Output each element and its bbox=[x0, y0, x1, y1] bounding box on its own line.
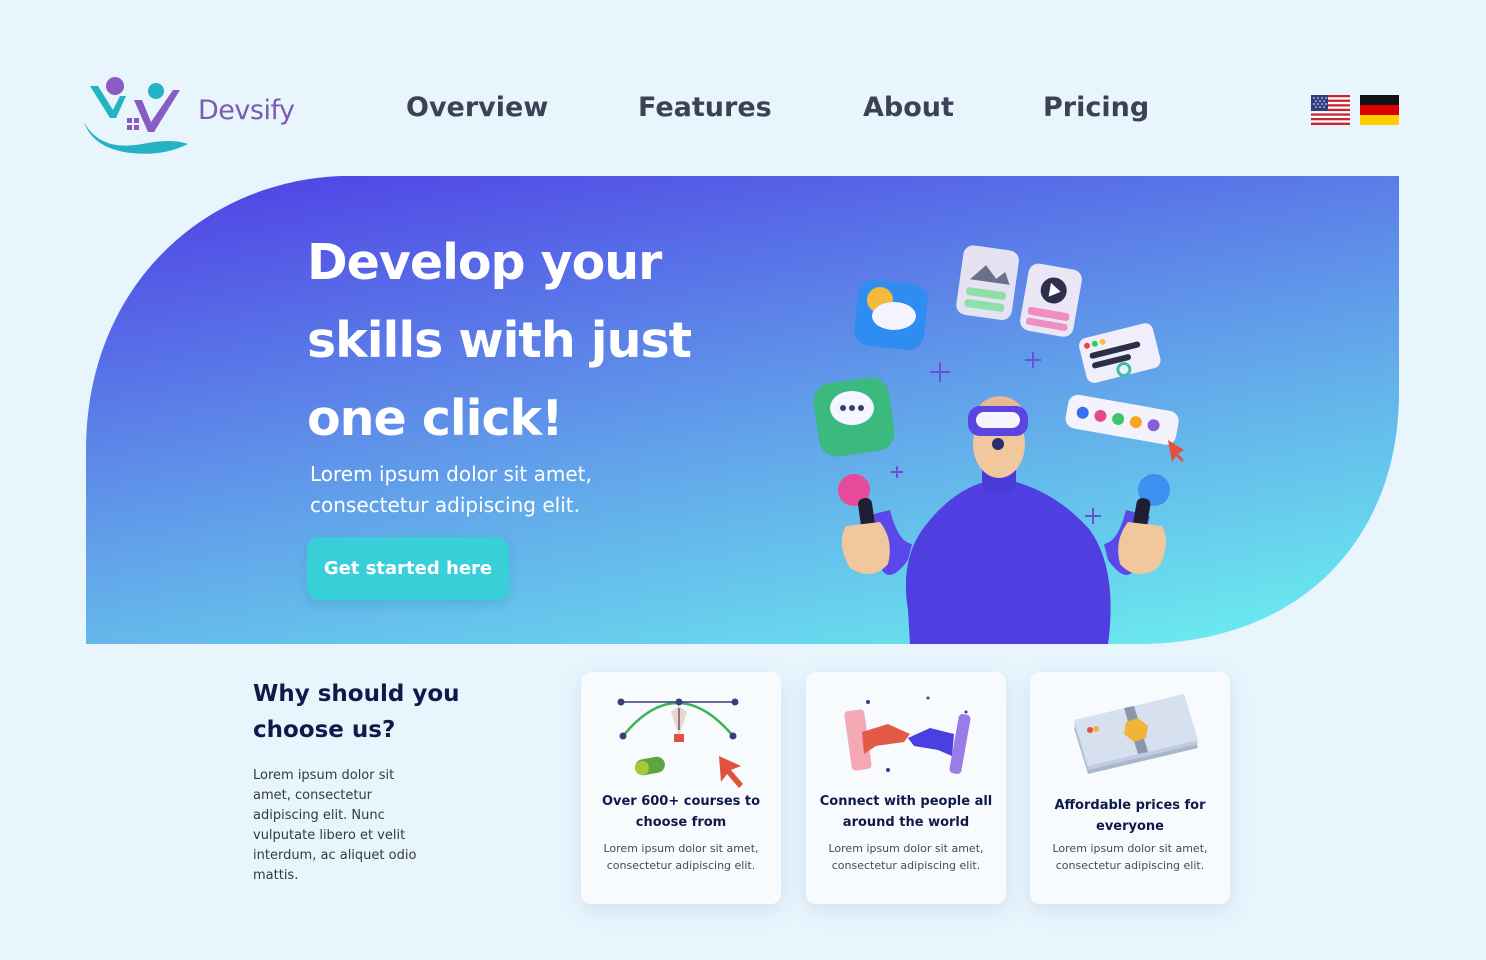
nav-about[interactable]: About bbox=[863, 92, 954, 123]
nav-overview[interactable]: Overview bbox=[406, 92, 548, 123]
german-flag-icon[interactable] bbox=[1360, 95, 1399, 125]
image-card-icon bbox=[956, 245, 1019, 320]
card-desc-line: consectetur adipiscing elit. bbox=[1055, 859, 1205, 872]
hero-title-line: Develop your bbox=[307, 234, 662, 291]
card-description: Lorem ipsum dolor sit amet, consectetur … bbox=[806, 840, 1006, 874]
hero-subtitle-line: Lorem ipsum dolor sit amet, bbox=[310, 462, 592, 486]
card-description: Lorem ipsum dolor sit amet, consectetur … bbox=[581, 840, 781, 874]
card-desc-line: consectetur adipiscing elit. bbox=[606, 859, 756, 872]
card-title-line: everyone bbox=[1096, 819, 1164, 834]
card-title: Over 600+ courses to choose from bbox=[581, 791, 781, 833]
why-title-line: Why should you bbox=[253, 681, 460, 707]
why-description: Lorem ipsum dolor sit amet, consectetur … bbox=[253, 766, 443, 886]
video-card-icon bbox=[1020, 263, 1082, 337]
card-title-line: Affordable prices for bbox=[1054, 798, 1206, 813]
why-text-line: interdum, ac aliquet odio bbox=[253, 848, 417, 863]
why-text-line: mattis. bbox=[253, 868, 299, 883]
card-title-line: choose from bbox=[635, 815, 727, 830]
card-desc-line: Lorem ipsum dolor sit amet, bbox=[828, 842, 984, 855]
why-text-line: amet, consectetur bbox=[253, 788, 373, 803]
card-title-line: Connect with people all bbox=[819, 794, 993, 809]
handshake-icon bbox=[844, 696, 971, 774]
nav-features[interactable]: Features bbox=[638, 92, 772, 123]
card-desc-line: Lorem ipsum dolor sit amet, bbox=[1052, 842, 1208, 855]
money-stack-icon bbox=[1074, 694, 1198, 774]
weather-app-icon bbox=[854, 280, 928, 350]
card-title-line: around the world bbox=[842, 815, 970, 830]
card-desc-line: consectetur adipiscing elit. bbox=[831, 859, 981, 872]
hero-subtitle: Lorem ipsum dolor sit amet, consectetur … bbox=[310, 459, 650, 521]
feature-card-connect[interactable]: Connect with people all around the world… bbox=[806, 672, 1006, 904]
settings-card-icon bbox=[1079, 323, 1161, 383]
why-text-line: adipiscing elit. Nunc bbox=[253, 808, 385, 823]
why-title: Why should you choose us? bbox=[253, 676, 533, 748]
why-title-line: choose us? bbox=[253, 717, 396, 743]
nav-pricing[interactable]: Pricing bbox=[1043, 92, 1149, 123]
why-text-line: vulputate libero et velit bbox=[253, 828, 406, 843]
hero-title-line: skills with just bbox=[307, 312, 692, 369]
brand-name[interactable]: Devsify bbox=[198, 95, 295, 126]
english-flag-icon[interactable] bbox=[1311, 95, 1350, 125]
card-title: Connect with people all around the world bbox=[806, 791, 1006, 833]
hero-title: Develop your skills with just one click! bbox=[307, 224, 777, 458]
card-description: Lorem ipsum dolor sit amet, consectetur … bbox=[1030, 840, 1230, 874]
vr-person-illustration bbox=[813, 245, 1184, 644]
card-title-line: Over 600+ courses to bbox=[601, 794, 761, 809]
card-desc-line: Lorem ipsum dolor sit amet, bbox=[603, 842, 759, 855]
feature-card-courses[interactable]: Over 600+ courses to choose from Lorem i… bbox=[581, 672, 781, 904]
chat-app-icon bbox=[813, 377, 895, 457]
vector-pen-icon bbox=[617, 698, 743, 788]
why-text-line: Lorem ipsum dolor sit bbox=[253, 768, 395, 783]
feature-card-pricing[interactable]: Affordable prices for everyone Lorem ips… bbox=[1030, 672, 1230, 904]
get-started-button[interactable]: Get started here bbox=[307, 537, 509, 600]
hero-subtitle-line: consectetur adipiscing elit. bbox=[310, 493, 580, 517]
hero-title-line: one click! bbox=[307, 390, 563, 447]
color-palette-icon bbox=[1065, 394, 1179, 445]
card-title: Affordable prices for everyone bbox=[1030, 795, 1230, 837]
